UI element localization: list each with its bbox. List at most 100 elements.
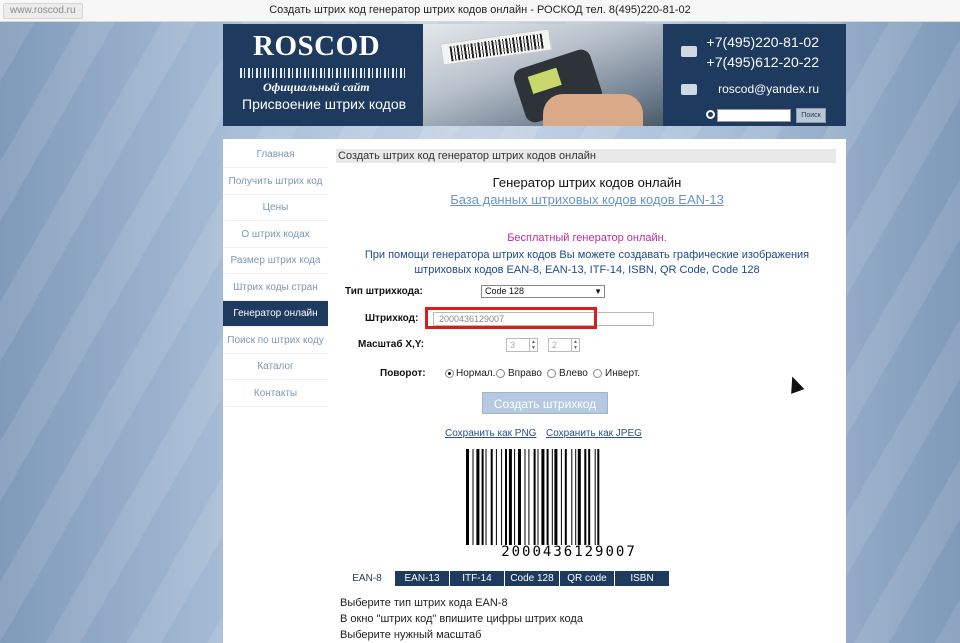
barcode-bar: [466, 449, 469, 545]
instructions: Выберите тип штрих кода EAN-8 В окно "шт…: [340, 595, 583, 643]
highlight-box: [425, 307, 597, 329]
database-link[interactable]: База данных штриховых кодов кодов EAN-13: [328, 192, 846, 207]
scale-x-stepper[interactable]: 3 ▲ ▼: [506, 338, 538, 352]
contacts: +7(495)220-81-02 +7(495)612-20-22 roscod…: [663, 24, 846, 126]
barcode-number: 2000436129007: [501, 544, 637, 560]
instruction-line: Выберите нужный масштаб: [340, 629, 482, 641]
barcode-bar: [584, 449, 587, 545]
barcode-bar: [546, 449, 549, 545]
barcode-type-value: Code 128: [485, 286, 525, 296]
barcode-bar: [571, 449, 573, 545]
rotation-normal-radio[interactable]: [445, 369, 454, 378]
hand-graphic: [543, 94, 643, 126]
site-tagline: Присвоение штрих кодов: [242, 96, 407, 112]
tab-itf-14[interactable]: ITF-14: [450, 571, 505, 586]
save-png-link[interactable]: Сохранить как PNG: [445, 428, 536, 439]
rotation-left-label: Влево: [559, 368, 588, 379]
sidebar-item-generator[interactable]: Генератор онлайн: [223, 301, 328, 327]
barcode-bar: [554, 449, 558, 545]
breadcrumb: Создать штрих код генератор штрих кодов …: [336, 149, 836, 163]
barcode-bar: [588, 449, 591, 545]
page-title: Создать штрих код генератор штрих кодов …: [269, 4, 691, 16]
barcode-bar: [564, 449, 567, 545]
barcode-bar: [524, 449, 526, 545]
browser-bar: www.roscod.ru Создать штрих код генерато…: [0, 0, 960, 22]
barcode-bar: [490, 449, 493, 545]
tab-ean-13[interactable]: EAN-13: [395, 571, 450, 586]
barcode-bar: [476, 449, 480, 545]
phone-1: +7(495)220-81-02: [706, 34, 819, 50]
barcode-type-select[interactable]: Code 128 ▼: [481, 285, 605, 298]
tab-isbn[interactable]: ISBN: [615, 571, 670, 586]
sidebar-item-size[interactable]: Размер штрих кода: [223, 248, 328, 274]
barcode-bar: [495, 449, 497, 545]
description: При помощи генератора штрих кодов Вы мож…: [364, 249, 810, 276]
create-barcode-button[interactable]: Создать штрихкод: [482, 392, 608, 414]
barcode-bar: [505, 449, 507, 545]
barcode-bar: [551, 449, 553, 545]
header-photo: [423, 24, 663, 126]
tab-qr-code[interactable]: QR code: [560, 571, 615, 586]
sidebar-item-countries[interactable]: Штрих коды стран: [223, 275, 328, 301]
rotation-label: Поворот:: [380, 368, 426, 379]
rotation-invert-label: Инверт.: [605, 368, 641, 379]
sidebar-item-prices[interactable]: Цены: [223, 195, 328, 221]
barcode-bar: [501, 449, 503, 545]
sidebar-item-search[interactable]: Поиск по штрих коду: [223, 328, 328, 354]
sidebar-item-home[interactable]: Главная: [223, 142, 328, 168]
barcode-bar: [541, 449, 545, 545]
search-input[interactable]: [717, 109, 791, 122]
scale-label: Масштаб X,Y:: [358, 339, 425, 350]
free-generator-label: Бесплатный генератор онлайн.: [507, 232, 667, 244]
barcode-bar: [485, 449, 487, 545]
barcode-bar: [514, 449, 516, 545]
tab-ean-8[interactable]: EAN-8: [340, 571, 395, 586]
content: Создать штрих код генератор штрих кодов …: [328, 139, 846, 643]
barcode-bar: [528, 449, 530, 545]
mail-icon: [681, 84, 697, 95]
barcode-bar: [577, 449, 581, 545]
barcode-bar: [518, 449, 521, 545]
scale-y-value: 2: [552, 340, 558, 350]
scale-x-down-icon[interactable]: ▼: [529, 345, 537, 351]
main-card: Главная Получить штрих код Цены О штрих …: [223, 139, 846, 643]
tab-code-128[interactable]: Code 128: [505, 571, 560, 586]
phone-icon: [681, 46, 697, 57]
scale-y-stepper[interactable]: 2 ▲ ▼: [548, 338, 580, 352]
barcode-bar: [537, 449, 539, 545]
barcode-bar: [560, 449, 562, 545]
search-button[interactable]: Поиск: [796, 108, 826, 123]
rotation-invert-radio[interactable]: [593, 369, 602, 378]
barcode-bar: [594, 449, 596, 545]
barcode-type-label: Тип штрихкода:: [345, 286, 423, 297]
sidebar-item-catalog[interactable]: Каталог: [223, 354, 328, 380]
barcode-bar: [481, 449, 484, 545]
scale-x-value: 3: [510, 340, 516, 350]
logo-area[interactable]: ROSCOD Официальный сайт Присвоение штрих…: [223, 24, 423, 126]
heading: Генератор штрих кодов онлайн: [492, 175, 682, 190]
barcode-image: [466, 449, 600, 545]
rotation-right-radio[interactable]: [496, 369, 505, 378]
barcode-label: Штрихкод:: [365, 313, 419, 324]
barcode-bar: [533, 449, 536, 545]
rotation-left-radio[interactable]: [547, 369, 556, 378]
email[interactable]: roscod@yandex.ru: [718, 82, 819, 96]
scale-y-down-icon[interactable]: ▼: [571, 345, 579, 351]
shelf-label: [440, 28, 552, 66]
phone-2: +7(495)612-20-22: [706, 54, 819, 70]
sidebar-item-contacts[interactable]: Контакты: [223, 381, 328, 407]
search-icon: [706, 110, 715, 119]
instruction-line: В окно "штрих код" впишите цифры штрих к…: [340, 613, 583, 625]
official-site-label: Официальный сайт: [263, 80, 370, 94]
barcode-bar: [597, 449, 600, 545]
site-logo: ROSCOD: [253, 30, 381, 62]
sidebar-item-about[interactable]: О штрих кодах: [223, 222, 328, 248]
save-jpeg-link[interactable]: Сохранить как JPEG: [546, 428, 642, 439]
barcode-bar: [472, 449, 474, 545]
barcode-bar: [575, 449, 577, 545]
site-header: ROSCOD Официальный сайт Присвоение штрих…: [223, 24, 846, 126]
barcode-bar: [508, 449, 512, 545]
sidebar-item-get-barcode[interactable]: Получить штрих код: [223, 169, 328, 195]
rotation-right-label: Вправо: [508, 368, 542, 379]
rotation-normal-label: Нормал.: [456, 368, 496, 379]
